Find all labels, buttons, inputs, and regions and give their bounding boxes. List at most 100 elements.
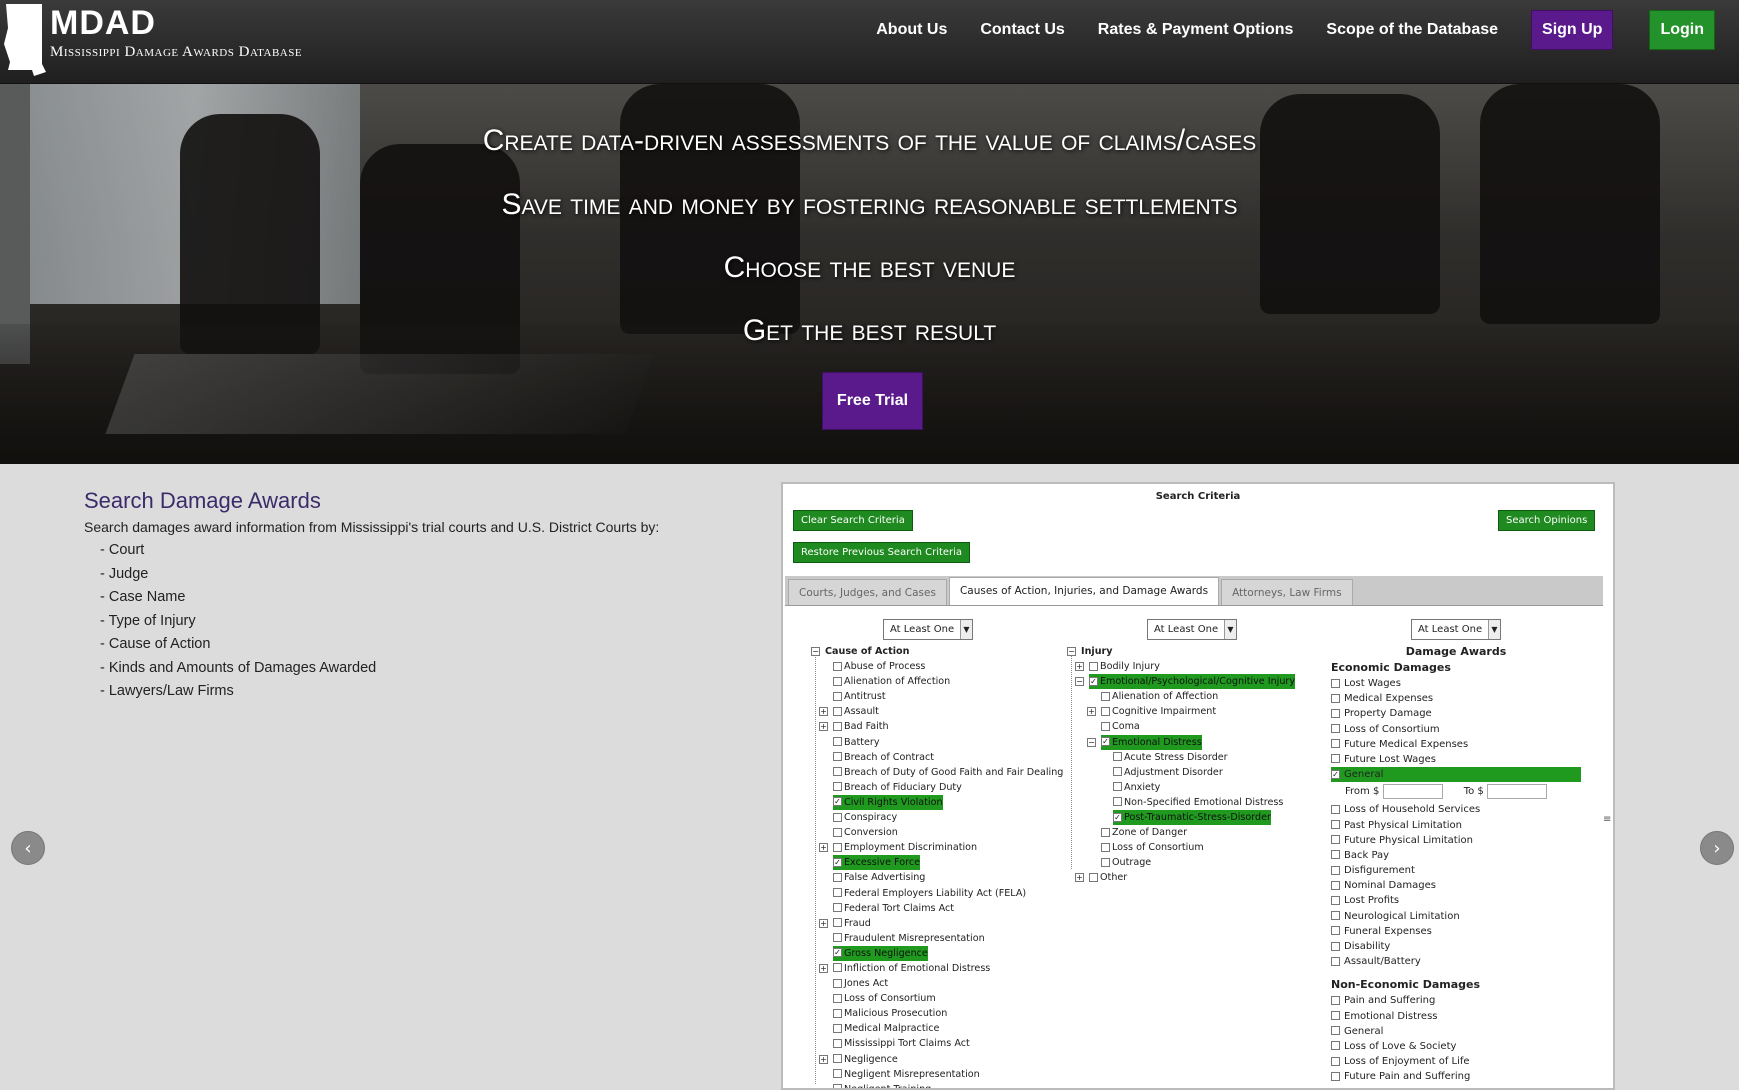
tree-item[interactable]: Negligent Misrepresentation bbox=[811, 1067, 1061, 1082]
checkbox[interactable] bbox=[1331, 708, 1340, 718]
checkbox[interactable] bbox=[833, 903, 842, 913]
checkbox[interactable] bbox=[1331, 1011, 1340, 1021]
checkbox[interactable] bbox=[1331, 850, 1340, 860]
collapse-icon[interactable]: − bbox=[1087, 737, 1096, 747]
tree-item[interactable]: Breach of Duty of Good Faith and Fair De… bbox=[811, 765, 1063, 780]
nav-rates-payment[interactable]: Rates & Payment Options bbox=[1098, 21, 1294, 39]
tree-item[interactable]: Breach of Contract bbox=[811, 750, 1061, 765]
checkbox[interactable] bbox=[1331, 693, 1340, 703]
tree-item[interactable]: + Negligence bbox=[811, 1052, 1061, 1067]
checkbox[interactable] bbox=[833, 978, 842, 988]
tree-item[interactable]: Acute Stress Disorder bbox=[1067, 750, 1327, 765]
tree-item[interactable]: + Cognitive Impairment bbox=[1067, 704, 1327, 719]
checkbox[interactable]: ✓ bbox=[833, 948, 842, 958]
checkbox[interactable] bbox=[1101, 827, 1110, 837]
tree-item[interactable]: Fraudulent Misrepresentation bbox=[811, 931, 1061, 946]
expand-icon[interactable]: + bbox=[1075, 873, 1084, 883]
tab-attorneys-law-firms[interactable]: Attorneys, Law Firms bbox=[1221, 579, 1353, 605]
damage-option[interactable]: Property Damage bbox=[1331, 706, 1581, 721]
tree-item[interactable]: + Assault bbox=[811, 704, 1061, 719]
checkbox[interactable] bbox=[1331, 678, 1340, 688]
tree-item[interactable]: ✓ Excessive Force bbox=[811, 855, 1061, 871]
checkbox[interactable] bbox=[1101, 857, 1110, 867]
damage-option[interactable]: Future Physical Limitation bbox=[1331, 833, 1581, 848]
checkbox[interactable] bbox=[833, 812, 842, 822]
checkbox[interactable] bbox=[833, 1038, 842, 1048]
tree-item[interactable]: Malicious Prosecution bbox=[811, 1006, 1061, 1021]
checkbox[interactable] bbox=[833, 752, 842, 762]
injury-match-select[interactable]: At Least One ▼ bbox=[1147, 619, 1237, 640]
collapse-icon[interactable]: − bbox=[1067, 647, 1076, 656]
damage-match-select[interactable]: At Least One ▼ bbox=[1411, 619, 1501, 640]
damage-option[interactable]: Future Lost Wages bbox=[1331, 752, 1581, 767]
to-amount-input[interactable] bbox=[1486, 783, 1547, 799]
expand-icon[interactable]: + bbox=[819, 707, 828, 717]
damage-option[interactable]: General bbox=[1331, 1024, 1581, 1039]
tab-courts-judges-cases[interactable]: Courts, Judges, and Cases bbox=[788, 579, 947, 605]
tree-item[interactable]: Federal Tort Claims Act bbox=[811, 901, 1061, 916]
checkbox[interactable] bbox=[833, 1023, 842, 1033]
checkbox[interactable] bbox=[1331, 1026, 1340, 1036]
carousel-next-button[interactable]: › bbox=[1700, 831, 1734, 865]
tree-item[interactable]: Anxiety bbox=[1067, 780, 1327, 795]
expand-icon[interactable]: + bbox=[819, 1054, 828, 1064]
checkbox[interactable] bbox=[833, 676, 842, 686]
damage-option[interactable]: Loss of Household Services bbox=[1331, 802, 1581, 817]
checkbox[interactable] bbox=[1101, 721, 1110, 731]
checkbox[interactable] bbox=[833, 737, 842, 747]
expand-icon[interactable]: + bbox=[819, 843, 828, 853]
tree-item[interactable]: Mississippi Tort Claims Act bbox=[811, 1036, 1061, 1051]
checkbox[interactable] bbox=[1331, 754, 1340, 764]
checkbox[interactable]: ✓ bbox=[1331, 769, 1340, 779]
checkbox[interactable] bbox=[1331, 995, 1340, 1005]
checkbox[interactable] bbox=[833, 993, 842, 1003]
tree-item[interactable]: Loss of Consortium bbox=[811, 991, 1061, 1006]
tree-item[interactable]: Alienation of Affection bbox=[811, 674, 1061, 689]
checkbox[interactable] bbox=[833, 918, 842, 928]
checkbox[interactable] bbox=[1331, 1056, 1340, 1066]
checkbox[interactable] bbox=[833, 1008, 842, 1018]
damage-option[interactable]: Funeral Expenses bbox=[1331, 924, 1581, 939]
damage-option[interactable]: Loss of Consortium bbox=[1331, 722, 1581, 737]
tab-causes-injuries-awards[interactable]: Causes of Action, Injuries, and Damage A… bbox=[948, 577, 1220, 605]
cause-match-select[interactable]: At Least One ▼ bbox=[883, 619, 973, 640]
damage-option[interactable]: ✓ General bbox=[1331, 767, 1581, 783]
checkbox[interactable] bbox=[833, 888, 842, 897]
checkbox[interactable] bbox=[833, 963, 842, 973]
checkbox[interactable] bbox=[1331, 804, 1340, 814]
checkbox[interactable] bbox=[1113, 752, 1122, 762]
checkbox[interactable]: ✓ bbox=[833, 797, 842, 807]
checkbox[interactable] bbox=[833, 691, 842, 701]
tree-item[interactable]: Non-Specified Emotional Distress bbox=[1067, 795, 1327, 810]
tree-item[interactable]: Breach of Fiduciary Duty bbox=[811, 780, 1061, 795]
checkbox[interactable] bbox=[1089, 872, 1098, 882]
checkbox[interactable] bbox=[1331, 926, 1340, 936]
checkbox[interactable] bbox=[1331, 739, 1340, 749]
checkbox[interactable] bbox=[833, 1054, 842, 1064]
checkbox[interactable] bbox=[1331, 880, 1340, 890]
damage-option[interactable]: Future Medical Expenses bbox=[1331, 737, 1581, 752]
expand-icon[interactable]: + bbox=[819, 918, 828, 928]
expand-icon[interactable]: + bbox=[819, 722, 828, 732]
tree-item[interactable]: + Bodily Injury bbox=[1067, 659, 1327, 674]
expand-icon[interactable]: + bbox=[819, 963, 828, 973]
search-opinions-button[interactable]: Search Opinions bbox=[1498, 510, 1596, 531]
checkbox[interactable] bbox=[1101, 842, 1110, 852]
checkbox[interactable] bbox=[833, 1084, 842, 1088]
scroll-handle-icon[interactable]: ≡ bbox=[1603, 814, 1611, 825]
carousel-prev-button[interactable]: ‹ bbox=[11, 831, 45, 865]
damage-option[interactable]: Nominal Damages bbox=[1331, 878, 1581, 893]
checkbox[interactable] bbox=[1101, 706, 1110, 716]
damage-option[interactable]: Neurological Limitation bbox=[1331, 909, 1581, 924]
tree-item[interactable]: + Other bbox=[1067, 870, 1327, 885]
tree-item[interactable]: Conspiracy bbox=[811, 810, 1061, 825]
damage-option[interactable]: Loss of Enjoyment of Life bbox=[1331, 1054, 1581, 1069]
tree-item[interactable]: Medical Malpractice bbox=[811, 1021, 1061, 1036]
checkbox[interactable] bbox=[1331, 1041, 1340, 1051]
checkbox[interactable] bbox=[833, 842, 842, 852]
damage-option[interactable]: Loss of Love & Society bbox=[1331, 1039, 1581, 1054]
tree-item[interactable]: Antitrust bbox=[811, 689, 1061, 704]
damage-option[interactable]: Disability bbox=[1331, 939, 1581, 954]
checkbox[interactable] bbox=[1113, 797, 1122, 807]
collapse-icon[interactable]: − bbox=[1075, 677, 1084, 687]
